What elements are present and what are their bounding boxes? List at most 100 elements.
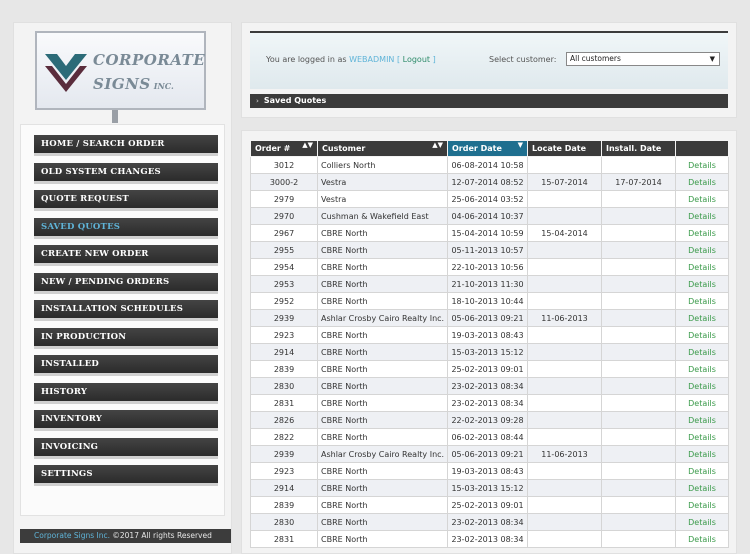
nav-item-settings[interactable]: SETTINGS (34, 465, 218, 486)
details-link[interactable]: Details (675, 513, 729, 531)
login-prefix: You are logged in as (266, 55, 350, 64)
table-row[interactable]: 2830 CBRE North 23-02-2013 08:34 Details (250, 377, 729, 395)
table-row[interactable]: 2830 CBRE North 23-02-2013 08:34 Details (250, 513, 729, 531)
order-date-cell: 21-10-2013 11:30 (447, 275, 528, 293)
table-row[interactable]: 2939 Ashlar Crosby Cairo Realty Inc. 05-06… (250, 445, 729, 463)
customer-cell: CBRE North (317, 428, 448, 446)
username: WEBADMIN (349, 55, 395, 64)
table-row[interactable]: 2831 CBRE North 23-02-2013 08:34 Details (250, 394, 729, 412)
table-row[interactable]: 2967 CBRE North 15-04-2014 10:59 15-04-2014… (250, 224, 729, 242)
column-header-label: Install. Date (606, 144, 662, 153)
locate-date-cell (527, 241, 602, 259)
nav-item-quote-request[interactable]: QUOTE REQUEST (34, 190, 218, 211)
table-row[interactable]: 2939 Ashlar Crosby Cairo Realty Inc. 05-06… (250, 309, 729, 327)
locate-date-cell (527, 462, 602, 480)
details-link[interactable]: Details (675, 258, 729, 276)
customer-select[interactable]: All customers ▼ (566, 52, 720, 66)
details-link[interactable]: Details (675, 190, 729, 208)
table-row[interactable]: 2923 CBRE North 19-03-2013 08:43 Details (250, 462, 729, 480)
customer-cell: CBRE North (317, 275, 448, 293)
nav-item-history[interactable]: HISTORY (34, 383, 218, 404)
nav-item-in-production[interactable]: IN PRODUCTION (34, 328, 218, 349)
locate-date-cell (527, 513, 602, 531)
details-link[interactable]: Details (675, 173, 729, 191)
order-date-cell: 19-03-2013 08:43 (447, 462, 528, 480)
details-link[interactable]: Details (675, 530, 729, 548)
left-panel: CORPORATE SIGNS INC. HOME / SEARCH ORDER … (13, 22, 232, 554)
table-row[interactable]: 3000-2 Vestra 12-07-2014 08:52 15-07-2014 17… (250, 173, 729, 191)
customer-cell: CBRE North (317, 326, 448, 344)
locate-date-cell (527, 496, 602, 514)
details-link[interactable]: Details (675, 207, 729, 225)
details-link[interactable]: Details (675, 275, 729, 293)
order-number-cell: 2923 (250, 462, 318, 480)
table-row[interactable]: 2839 CBRE North 25-02-2013 09:01 Details (250, 496, 729, 514)
table-row[interactable]: 2953 CBRE North 21-10-2013 11:30 Details (250, 275, 729, 293)
company-logo[interactable]: CORPORATE SIGNS INC. (35, 31, 206, 110)
nav-item-home-search-order[interactable]: HOME / SEARCH ORDER (34, 135, 218, 156)
details-link[interactable]: Details (675, 360, 729, 378)
order-date-cell: 23-02-2013 08:34 (447, 513, 528, 531)
column-header-customer[interactable]: Customer ▲▼ (317, 140, 448, 157)
details-link[interactable]: Details (675, 309, 729, 327)
customer-cell: Ashlar Crosby Cairo Realty Inc. (317, 445, 448, 463)
order-date-cell: 22-02-2013 09:28 (447, 411, 528, 429)
details-link[interactable]: Details (675, 445, 729, 463)
column-header-order-date[interactable]: Order Date ▼ (447, 140, 528, 157)
order-date-cell: 05-06-2013 09:21 (447, 309, 528, 327)
table-row[interactable]: 2979 Vestra 25-06-2014 03:52 Details (250, 190, 729, 208)
table-row[interactable]: 2839 CBRE North 25-02-2013 09:01 Details (250, 360, 729, 378)
customer-cell: CBRE North (317, 496, 448, 514)
locate-date-cell: 15-04-2014 (527, 224, 602, 242)
column-header-order-number[interactable]: Order # ▲▼ (250, 140, 318, 157)
sort-icon: ▲▼ (432, 141, 443, 149)
nav-item-old-system-changes[interactable]: OLD SYSTEM CHANGES (34, 163, 218, 184)
table-row[interactable]: 2970 Cushman & Wakefield East 04-06-2014 1… (250, 207, 729, 225)
nav-item-inventory[interactable]: INVENTORY (34, 410, 218, 431)
order-number-cell: 2839 (250, 360, 318, 378)
table-row[interactable]: 2954 CBRE North 22-10-2013 10:56 Details (250, 258, 729, 276)
details-link[interactable]: Details (675, 394, 729, 412)
locate-date-cell (527, 394, 602, 412)
order-number-cell: 2830 (250, 513, 318, 531)
details-link[interactable]: Details (675, 462, 729, 480)
order-date-cell: 15-03-2013 15:12 (447, 479, 528, 497)
table-row[interactable]: 2826 CBRE North 22-02-2013 09:28 Details (250, 411, 729, 429)
nav-item-create-new-order[interactable]: CREATE NEW ORDER (34, 245, 218, 266)
details-link[interactable]: Details (675, 292, 729, 310)
column-header-label: Customer (322, 144, 366, 153)
table-row[interactable]: 2822 CBRE North 06-02-2013 08:44 Details (250, 428, 729, 446)
table-panel: Order # ▲▼ Customer ▲▼ Order Date ▼ Locate … (241, 130, 737, 554)
details-link[interactable]: Details (675, 428, 729, 446)
nav-item-installation-schedules[interactable]: INSTALLATION SCHEDULES (34, 300, 218, 321)
header-panel: You are logged in as WEBADMIN [ Logout ]… (241, 22, 737, 118)
details-link[interactable]: Details (675, 411, 729, 429)
table-row[interactable]: 2952 CBRE North 18-10-2013 10:44 Details (250, 292, 729, 310)
column-header-locate-date[interactable]: Locate Date (527, 140, 602, 157)
details-link[interactable]: Details (675, 156, 729, 174)
locate-date-cell (527, 190, 602, 208)
details-link[interactable]: Details (675, 479, 729, 497)
nav-item-invoicing[interactable]: INVOICING (34, 438, 218, 459)
table-row[interactable]: 2923 CBRE North 19-03-2013 08:43 Details (250, 326, 729, 344)
table-row[interactable]: 2831 CBRE North 23-02-2013 08:34 Details (250, 530, 729, 548)
column-header-install-date[interactable]: Install. Date (601, 140, 676, 157)
details-link[interactable]: Details (675, 224, 729, 242)
nav-item-new-pending-orders[interactable]: NEW / PENDING ORDERS (34, 273, 218, 294)
table-row[interactable]: 3012 Colliers North 06-08-2014 10:58 Detail… (250, 156, 729, 174)
details-link[interactable]: Details (675, 343, 729, 361)
table-row[interactable]: 2914 CBRE North 15-03-2013 15:12 Details (250, 479, 729, 497)
saved-quotes-section-bar[interactable]: › Saved Quotes (250, 94, 728, 108)
table-row[interactable]: 2914 CBRE North 15-03-2013 15:12 Details (250, 343, 729, 361)
footer-brand: Corporate Signs Inc. (34, 531, 110, 540)
details-link[interactable]: Details (675, 326, 729, 344)
table-row[interactable]: 2955 CBRE North 05-11-2013 10:57 Details (250, 241, 729, 259)
order-number-cell: 2923 (250, 326, 318, 344)
nav-item-saved-quotes[interactable]: SAVED QUOTES (34, 218, 218, 239)
nav-item-installed[interactable]: INSTALLED (34, 355, 218, 376)
details-link[interactable]: Details (675, 377, 729, 395)
details-link[interactable]: Details (675, 241, 729, 259)
details-link[interactable]: Details (675, 496, 729, 514)
order-date-cell: 15-03-2013 15:12 (447, 343, 528, 361)
logout-link[interactable]: Logout (403, 55, 430, 64)
